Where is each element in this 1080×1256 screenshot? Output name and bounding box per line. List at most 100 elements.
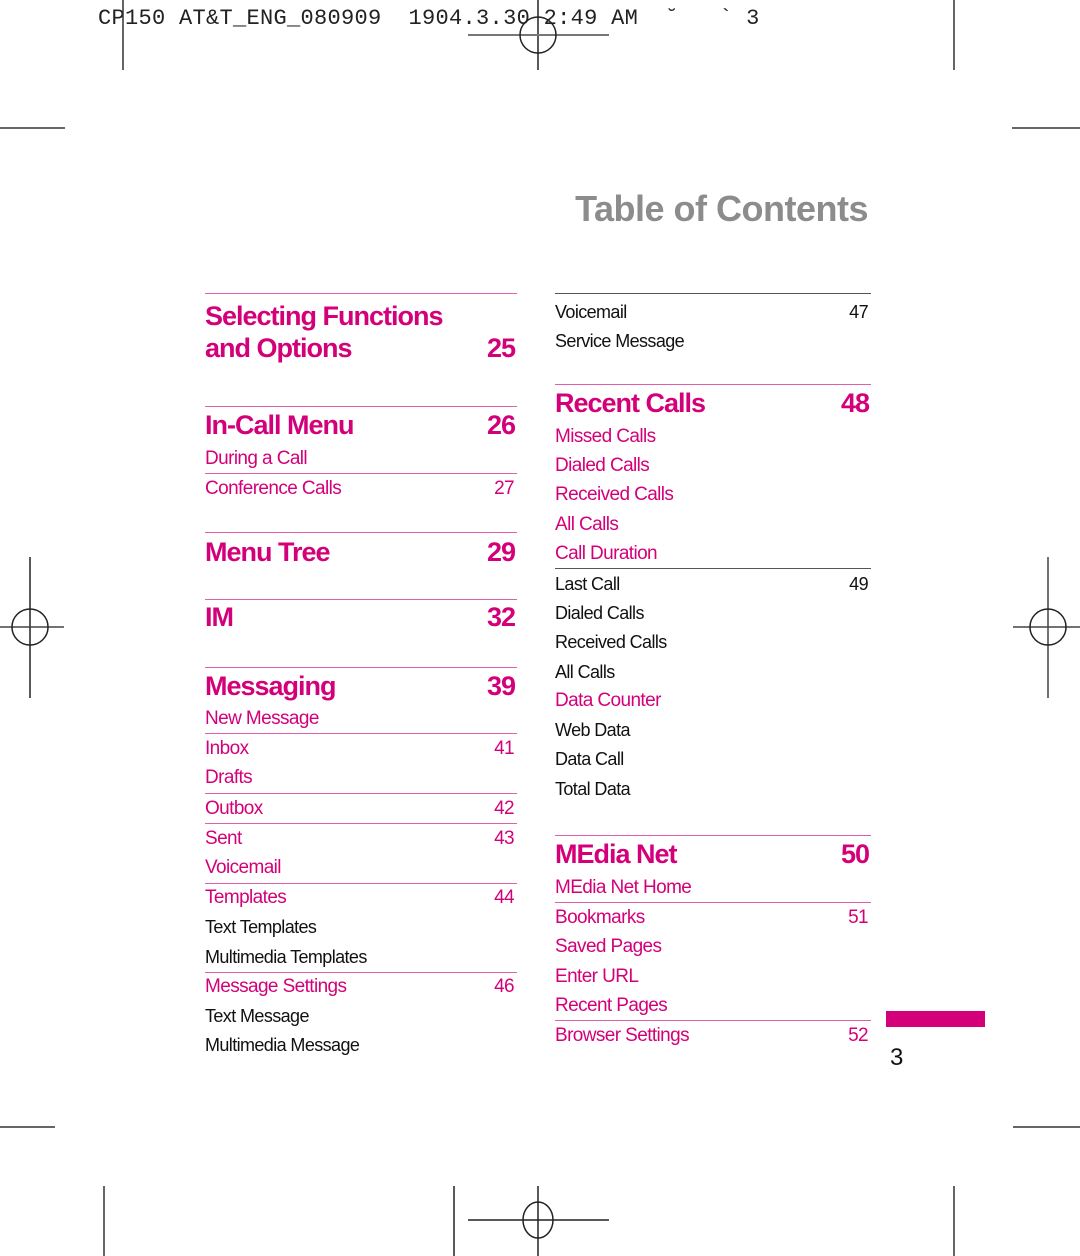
toc-item-label: Outbox bbox=[205, 797, 263, 819]
toc-page-number[interactable]: 25 bbox=[487, 333, 516, 364]
toc-section-title[interactable]: Menu Tree bbox=[205, 536, 331, 568]
toc-item[interactable]: Bookmarks 51 bbox=[555, 902, 871, 932]
toc-item-label: Missed Calls bbox=[555, 425, 656, 447]
toc-section-recent-calls: Recent Calls 48 Missed Calls Dialed Call… bbox=[555, 384, 871, 835]
registration-mark-top bbox=[468, 0, 609, 70]
toc-item[interactable]: Multimedia Templates bbox=[205, 942, 517, 971]
toc-item[interactable]: Voicemail bbox=[205, 853, 517, 882]
toc-page-number[interactable]: 39 bbox=[487, 671, 516, 702]
registration-mark-bottom bbox=[453, 1186, 609, 1256]
toc-item[interactable]: Inbox 41 bbox=[205, 733, 517, 763]
toc-item[interactable]: Text Templates bbox=[205, 913, 517, 942]
toc-item-label: Enter URL bbox=[555, 965, 639, 987]
toc-item-label: Drafts bbox=[205, 767, 253, 789]
toc-item-label: Templates bbox=[205, 887, 287, 909]
toc-item[interactable]: Saved Pages bbox=[555, 933, 871, 962]
toc-item[interactable]: All Calls bbox=[555, 657, 871, 686]
toc-right-column: Voicemail 47 Service Message Recent Call… bbox=[555, 293, 871, 1051]
toc-item[interactable]: Recent Pages bbox=[555, 991, 871, 1020]
toc-page-number[interactable]: 48 bbox=[841, 388, 870, 419]
toc-item-label: Voicemail bbox=[205, 857, 282, 879]
toc-section-title[interactable]: IM bbox=[205, 601, 234, 633]
registration-mark-right bbox=[1013, 557, 1080, 698]
toc-page-number[interactable]: 29 bbox=[487, 537, 516, 568]
toc-item-label: Web Data bbox=[555, 720, 631, 741]
toc-item-label: Bookmarks bbox=[555, 906, 645, 928]
toc-item[interactable]: Service Message bbox=[555, 327, 871, 356]
page-number: 3 bbox=[890, 1044, 904, 1071]
toc-item-label: All Calls bbox=[555, 513, 619, 535]
toc-item[interactable]: Conference Calls 27 bbox=[205, 473, 517, 503]
toc-item-page: 47 bbox=[849, 302, 868, 323]
toc-item[interactable]: Outbox 42 bbox=[205, 792, 517, 823]
toc-section-im: IM 32 bbox=[205, 599, 517, 667]
toc-section-title[interactable]: In-Call Menu bbox=[205, 409, 354, 441]
toc-item-page: 49 bbox=[849, 573, 868, 594]
toc-item[interactable]: Message Settings 46 bbox=[205, 971, 517, 1002]
toc-item[interactable]: Total Data bbox=[555, 775, 871, 804]
toc-item-label: MEdia Net Home bbox=[555, 876, 692, 898]
toc-item[interactable]: Web Data bbox=[555, 716, 871, 745]
toc-item-page: 41 bbox=[494, 737, 515, 759]
toc-item[interactable]: Enter URL bbox=[555, 962, 871, 991]
toc-item[interactable]: Text Message bbox=[205, 1002, 517, 1031]
toc-page-number[interactable]: 26 bbox=[487, 410, 516, 441]
toc-item-label: Dialed Calls bbox=[555, 602, 644, 623]
toc-item-page: 52 bbox=[848, 1025, 869, 1047]
toc-item-page: 43 bbox=[494, 827, 515, 849]
toc-section-title[interactable]: Messaging bbox=[205, 670, 337, 702]
toc-item[interactable]: Browser Settings 52 bbox=[555, 1020, 871, 1050]
toc-item[interactable]: Voicemail 47 bbox=[555, 298, 871, 327]
toc-item-label: Saved Pages bbox=[555, 936, 662, 958]
registration-mark-left bbox=[0, 557, 64, 698]
toc-item[interactable]: Call Duration bbox=[555, 539, 871, 568]
toc-item-label: Call Duration bbox=[555, 542, 658, 564]
toc-left-column: Selecting Functions and Options 25 In-Ca… bbox=[205, 293, 517, 1061]
toc-item[interactable]: Data Call bbox=[555, 745, 871, 774]
toc-item[interactable]: Dialed Calls bbox=[555, 451, 871, 480]
toc-item-page: 27 bbox=[494, 477, 515, 499]
toc-item[interactable]: During a Call bbox=[205, 444, 517, 473]
toc-item-label: Multimedia Message bbox=[205, 1035, 360, 1056]
toc-item[interactable]: Received Calls bbox=[555, 628, 871, 657]
toc-item-page: 44 bbox=[494, 887, 515, 909]
toc-item[interactable]: Sent 43 bbox=[205, 823, 517, 853]
toc-item-label: Message Settings bbox=[205, 976, 347, 998]
toc-item[interactable]: All Calls bbox=[555, 510, 871, 539]
toc-item[interactable]: Last Call 49 bbox=[555, 568, 871, 598]
toc-item-label: Sent bbox=[205, 827, 242, 849]
toc-section-messaging: Messaging 39 New Message Inbox 41 Drafts… bbox=[205, 667, 517, 1061]
toc-item-label: Browser Settings bbox=[555, 1025, 690, 1047]
toc-item-page: 46 bbox=[494, 976, 515, 998]
toc-item-label: Recent Pages bbox=[555, 994, 668, 1016]
toc-section-title[interactable]: Selecting Functions bbox=[205, 300, 444, 332]
chapter-tab-marker bbox=[886, 1011, 985, 1027]
toc-section-title[interactable]: and Options bbox=[205, 332, 352, 364]
toc-item-label: Conference Calls bbox=[205, 477, 342, 499]
toc-item[interactable]: Data Counter bbox=[555, 687, 871, 716]
toc-item-label: New Message bbox=[205, 707, 319, 729]
toc-item-label: Voicemail bbox=[555, 302, 627, 323]
toc-section-messaging-continued: Voicemail 47 Service Message bbox=[555, 293, 871, 384]
toc-item-label: Inbox bbox=[205, 737, 249, 759]
toc-page-number[interactable]: 50 bbox=[841, 839, 870, 870]
toc-item-page: 51 bbox=[848, 906, 869, 928]
toc-item-label: Text Message bbox=[205, 1006, 309, 1027]
toc-section-title[interactable]: MEdia Net bbox=[555, 838, 678, 870]
toc-item[interactable]: Dialed Calls bbox=[555, 599, 871, 628]
toc-page-number[interactable]: 32 bbox=[487, 602, 516, 633]
toc-item-label: During a Call bbox=[205, 447, 308, 469]
toc-item[interactable]: Multimedia Message bbox=[205, 1031, 517, 1060]
toc-item-label: Last Call bbox=[555, 573, 620, 594]
toc-item[interactable]: Drafts bbox=[205, 764, 517, 793]
toc-item[interactable]: MEdia Net Home bbox=[555, 873, 871, 902]
toc-section-menu-tree: Menu Tree 29 bbox=[205, 532, 517, 599]
toc-item-page: 42 bbox=[494, 797, 515, 819]
toc-item-label: Total Data bbox=[555, 778, 631, 799]
toc-item[interactable]: Received Calls bbox=[555, 481, 871, 510]
toc-section-title[interactable]: Recent Calls bbox=[555, 387, 706, 419]
toc-section-selecting-functions: Selecting Functions and Options 25 bbox=[205, 293, 517, 406]
toc-item[interactable]: Missed Calls bbox=[555, 422, 871, 451]
toc-item[interactable]: Templates 44 bbox=[205, 882, 517, 913]
toc-item[interactable]: New Message bbox=[205, 704, 517, 733]
